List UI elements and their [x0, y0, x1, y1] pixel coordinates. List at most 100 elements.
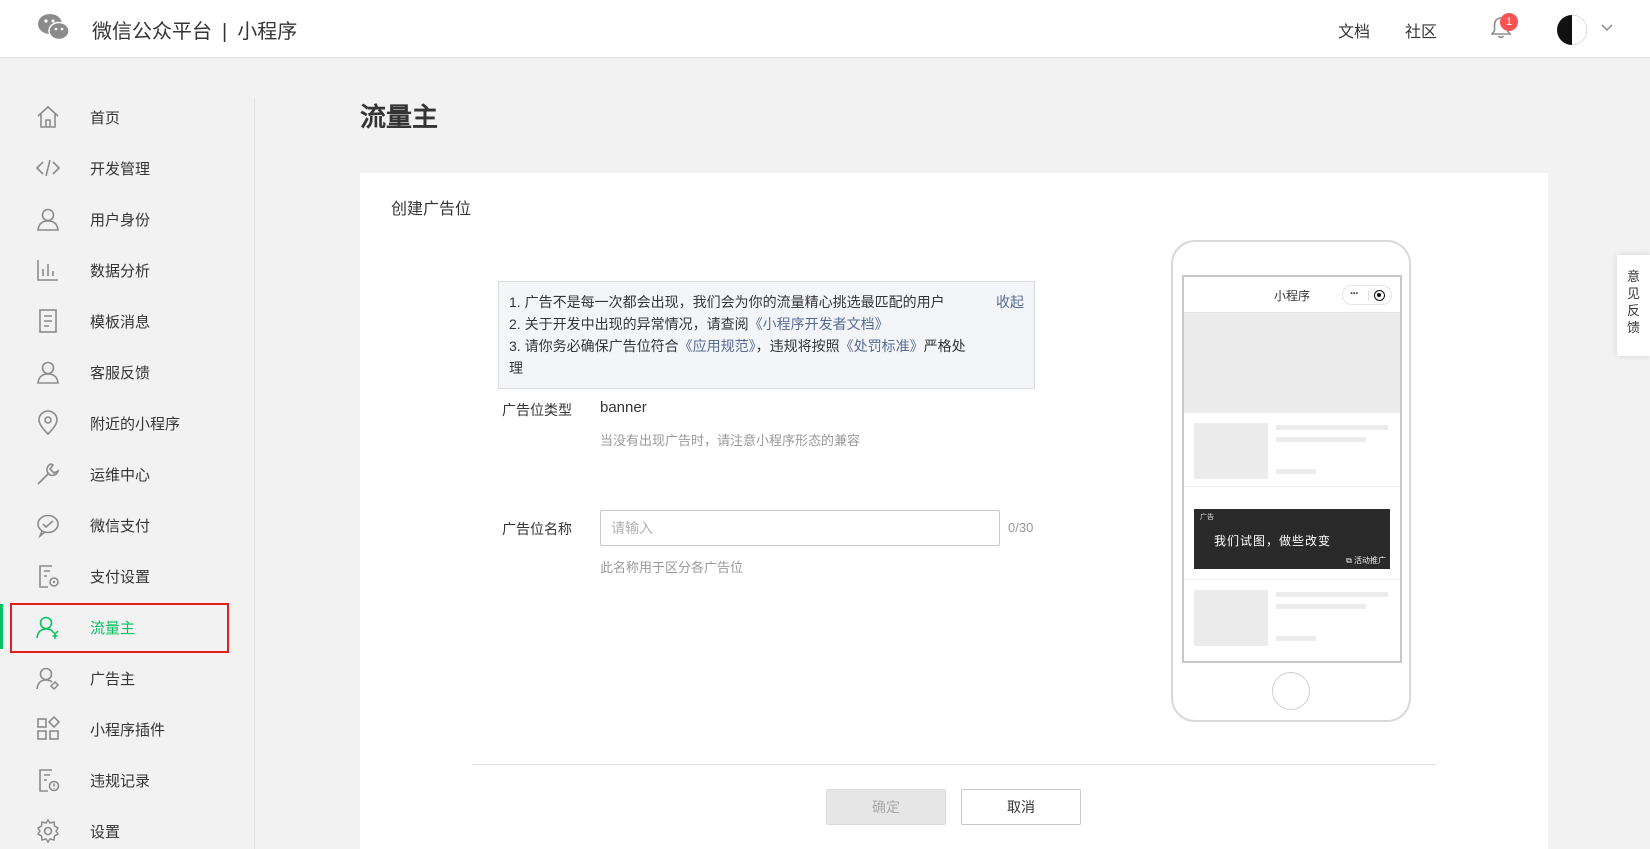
- sidebar-item-plugins[interactable]: 小程序插件: [0, 704, 240, 755]
- sidebar-item-user-identity[interactable]: 用户身份: [0, 194, 240, 245]
- ad-text: 我们试图，做些改变: [1214, 534, 1332, 548]
- sidebar-item-wechat-pay[interactable]: 微信支付: [0, 500, 240, 551]
- sidebar-item-label: 数据分析: [90, 263, 151, 280]
- sidebar-item-label: 广告主: [90, 671, 136, 688]
- penalty-standard-link[interactable]: 《处罚标准》: [840, 338, 924, 354]
- sidebar-item-advertiser[interactable]: 广告主: [0, 653, 240, 704]
- notice-line-3-mid: ，违规将按照: [755, 338, 840, 354]
- preview-line: [1276, 469, 1316, 474]
- feedback-char: 见: [1626, 286, 1640, 301]
- brand-sub: 小程序: [237, 21, 298, 43]
- document-icon: [39, 309, 57, 333]
- ad-name-tip: 此名称用于区分各广告位: [600, 560, 744, 575]
- sidebar-item-label: 支付设置: [90, 569, 151, 586]
- notice-line-2-text: 2. 关于开发中出现的异常情况，请查阅: [509, 316, 749, 332]
- wechat-pay-icon: [37, 514, 59, 538]
- sidebar-item-label: 附近的小程序: [90, 416, 181, 433]
- plugin-icon: [37, 716, 61, 740]
- cancel-button[interactable]: 取消: [961, 789, 1081, 825]
- highlight-box: [10, 603, 229, 653]
- chart-icon: [37, 260, 58, 281]
- ad-type-label: 广告位类型: [502, 402, 572, 418]
- phone-screen: 小程序 ··· 广告 我们试图，做些改变 ⧉ 活动推广: [1182, 275, 1402, 663]
- community-link[interactable]: 社区: [1405, 18, 1437, 42]
- page-title: 流量主: [360, 102, 439, 132]
- feedback-char: 馈: [1626, 320, 1640, 335]
- ad-name-input[interactable]: [600, 510, 1000, 546]
- preview-line: [1276, 592, 1388, 597]
- confirm-button[interactable]: 确定: [826, 789, 946, 825]
- sidebar-item-label: 小程序插件: [90, 722, 166, 739]
- notice-line-3: 3. 请你务必确保广告位符合《应用规范》，违规将按照《处罚标准》严格处理: [509, 335, 979, 379]
- ad-promo-text: 活动推广: [1354, 556, 1386, 565]
- sidebar-item-violations[interactable]: 违规记录: [0, 755, 240, 806]
- preview-thumb: [1194, 423, 1268, 479]
- ad-name-label: 广告位名称: [502, 521, 572, 537]
- sidebar-item-label: 运维中心: [90, 467, 151, 484]
- docs-link[interactable]: 文档: [1338, 18, 1370, 42]
- preview-line: [1276, 604, 1366, 609]
- footer-divider: [472, 764, 1436, 765]
- sidebar-item-dev[interactable]: 开发管理: [0, 143, 240, 194]
- brand-title[interactable]: 微信公众平台 | 小程序: [92, 15, 297, 44]
- sidebar-item-label: 首页: [90, 110, 121, 127]
- home-icon: [37, 105, 59, 128]
- preview-nav-bar: 小程序 ···: [1184, 277, 1400, 313]
- ad-tag: 广告: [1200, 514, 1214, 521]
- sidebar-item-customer-feedback[interactable]: 客服反馈: [0, 347, 240, 398]
- wechat-logo-icon[interactable]: [36, 10, 72, 46]
- more-icon: ···: [1350, 288, 1359, 300]
- collapse-link[interactable]: 收起: [996, 291, 1024, 313]
- feedback-button[interactable]: 意 见 反 馈: [1617, 255, 1650, 356]
- payment-settings-icon: [39, 565, 59, 588]
- sidebar-item-label: 用户身份: [90, 212, 151, 229]
- preview-capsule: ···: [1342, 285, 1392, 305]
- ad-type-value: banner: [600, 399, 647, 416]
- sidebar-item-label: 设置: [90, 824, 121, 841]
- preview-line: [1276, 437, 1366, 442]
- ad-name-counter: 0/30: [1008, 520, 1034, 535]
- notice-box: 1. 广告不是每一次都会出现，我们会为你的流量精心挑选最匹配的用户 2. 关于开…: [498, 281, 1035, 389]
- settings-icon: [36, 818, 60, 844]
- sidebar-item-payment-settings[interactable]: 支付设置: [0, 551, 240, 602]
- sidebar-item-template-msg[interactable]: 模板消息: [0, 296, 240, 347]
- capsule-divider: [1368, 290, 1369, 301]
- ad-type-tip: 当没有出现广告时，请注意小程序形态的兼容: [600, 433, 861, 448]
- preview-list-item: [1184, 579, 1400, 653]
- create-ad-card: 创建广告位 1. 广告不是每一次都会出现，我们会为你的流量精心挑选最匹配的用户 …: [360, 173, 1548, 849]
- dev-docs-link[interactable]: 《小程序开发者文档》: [749, 316, 889, 332]
- notice-line-3-text: 3. 请你务必确保广告位符合: [509, 338, 679, 354]
- preview-line: [1276, 425, 1388, 430]
- wrench-icon: [37, 463, 60, 485]
- sidebar-item-label: 微信支付: [90, 518, 151, 535]
- brand-main: 微信公众平台: [92, 21, 212, 43]
- sidebar-divider: [254, 98, 255, 849]
- feedback-char: 反: [1626, 303, 1640, 318]
- sidebar-item-ops[interactable]: 运维中心: [0, 449, 240, 500]
- preview-line: [1276, 636, 1316, 641]
- sidebar-item-home[interactable]: 首页: [0, 92, 240, 143]
- user-icon: [37, 208, 59, 231]
- sidebar-item-label: 模板消息: [90, 314, 151, 331]
- preview-banner-ad: 广告 我们试图，做些改变 ⧉ 活动推广: [1194, 509, 1390, 569]
- top-bar: 微信公众平台 | 小程序 文档 社区 1: [0, 0, 1650, 58]
- sidebar: 首页 开发管理 用户身份 数据分析 模板消息 客服反馈 附近的小程序 运维中心 …: [0, 58, 255, 849]
- phone-home-button: [1272, 672, 1310, 710]
- ad-promo: ⧉ 活动推广: [1346, 556, 1386, 565]
- phone-preview: 小程序 ··· 广告 我们试图，做些改变 ⧉ 活动推广: [1171, 240, 1411, 722]
- avatar[interactable]: [1557, 15, 1587, 45]
- close-target-icon: [1374, 290, 1385, 301]
- sidebar-item-settings[interactable]: 设置: [0, 806, 240, 849]
- feedback-char: 意: [1626, 269, 1640, 284]
- advertiser-icon: [36, 667, 60, 691]
- notice-line-2: 2. 关于开发中出现的异常情况，请查阅《小程序开发者文档》: [509, 313, 979, 335]
- location-icon: [38, 410, 58, 436]
- sidebar-item-analytics[interactable]: 数据分析: [0, 245, 240, 296]
- preview-thumb: [1194, 590, 1268, 646]
- sidebar-item-nearby[interactable]: 附近的小程序: [0, 398, 240, 449]
- app-rules-link[interactable]: 《应用规范》: [679, 338, 756, 354]
- sidebar-item-label: 开发管理: [90, 161, 151, 178]
- chevron-down-icon[interactable]: [1600, 20, 1614, 34]
- sidebar-item-label: 违规记录: [90, 773, 151, 790]
- sidebar-item-label: 客服反馈: [90, 365, 151, 382]
